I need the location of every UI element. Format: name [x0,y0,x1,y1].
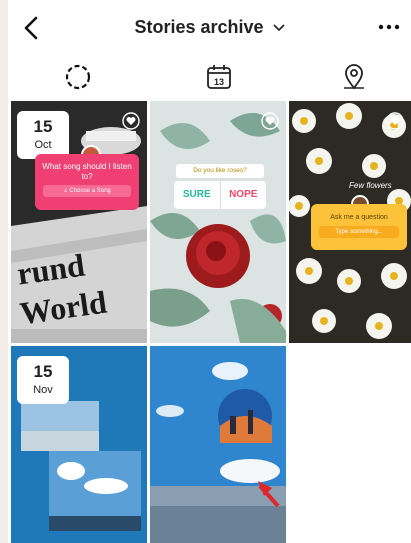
poll-option-nope: NOPE [229,189,258,200]
sticker-question: Ask me a question [330,214,388,221]
calendar-icon: 13 [207,65,231,89]
page-title: Stories archive [134,17,264,37]
story-thumbnail[interactable] [150,346,286,543]
archive-tabs: 13 [8,58,411,98]
heart-icon [122,112,140,130]
story-date-badge: 15 Oct [17,111,69,159]
calendar-day: 13 [214,77,224,87]
sticker-button: Type something... [319,226,399,238]
date-month: Nov [33,384,53,396]
poll-sticker: SURE NOPE [174,181,266,209]
header: Stories archive [8,0,411,58]
story-thumbnail[interactable]: Few flowers Ask me a question Type somet… [289,101,411,343]
sky-fountain-photo [150,346,286,543]
sticker-button: ♫ Choose a Song [43,185,131,198]
map-pin-icon[interactable] [339,62,369,92]
chevron-down-icon [272,24,285,32]
story-ring-icon[interactable] [63,62,93,92]
date-day: 15 [33,117,53,136]
page-title-dropdown[interactable]: Stories archive [8,17,411,38]
sticker-question: What song should I listen to? [42,162,132,181]
date-day: 15 [33,362,53,381]
heart-icon [386,112,404,130]
sticker-button-label: Choose a Song [69,188,111,195]
poll-question: Do you like roses? [176,164,264,178]
more-horizontal-icon[interactable] [377,20,401,34]
story-thumbnail[interactable]: 15 Nov [11,346,147,543]
date-month: Oct [34,139,52,151]
roses-photo [150,101,286,343]
question-sticker: Ask me a question Type something... [311,204,407,250]
story-thumbnail[interactable]: Do you like roses? SURE NOPE [150,101,286,343]
story-date-badge: 15 Nov [17,356,69,404]
stories-archive-screen: Stories archive 13 rund World 15 Oct Wha… [8,0,411,543]
story-thumbnail[interactable]: rund World 15 Oct What song should I lis… [11,101,147,343]
tab-calendar[interactable]: 13 [204,62,234,92]
question-sticker: What song should I listen to? ♫ Choose a… [35,154,139,210]
poll-option-sure: SURE [174,181,221,209]
story-caption: Few flowers [349,181,392,190]
heart-icon [261,112,279,130]
stories-grid: rund World 15 Oct What song should I lis… [8,101,411,543]
